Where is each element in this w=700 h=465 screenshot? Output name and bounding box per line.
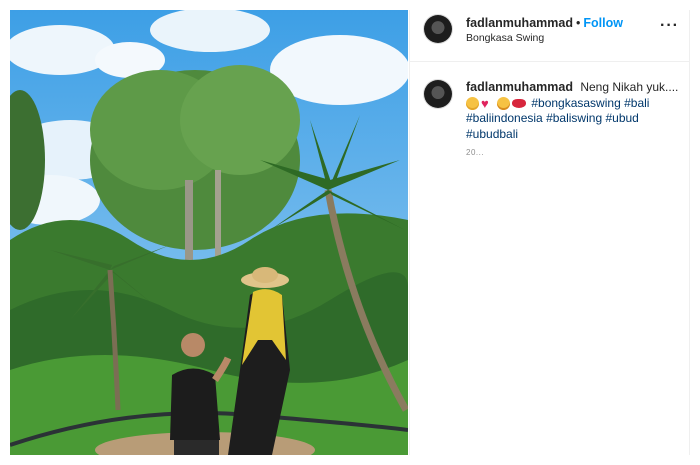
caption-block: fadlanmuhammad Neng Nikah yuk.... ♥ #bon… [410, 62, 689, 157]
hashtag-link[interactable]: #ubudbali [466, 127, 518, 141]
red-heart-icon: ♥ [481, 95, 489, 111]
more-options-icon[interactable]: ··· [660, 17, 679, 35]
location-link[interactable]: Bongkasa Swing [466, 32, 544, 44]
jungle-swing-photo [10, 10, 408, 455]
emoji-row: ♥ [466, 95, 526, 111]
caption-avatar[interactable] [424, 80, 452, 108]
caption-message: Neng Nikah yuk.... [580, 80, 679, 94]
post-header: fadlanmuhammad • Follow Bongkasa Swing ··· [410, 10, 689, 62]
lips-icon [512, 98, 526, 108]
hashtag-link[interactable]: #ubud [605, 111, 638, 125]
hashtag-link[interactable]: #bali [624, 96, 649, 110]
header-line: fadlanmuhammad • Follow [466, 16, 623, 30]
username-link[interactable]: fadlanmuhammad [466, 16, 573, 30]
grinning-face-icon [497, 96, 510, 110]
post-sidebar: fadlanmuhammad • Follow Bongkasa Swing ···… [409, 10, 690, 455]
separator-dot: • [575, 16, 581, 30]
caption-username-link[interactable]: fadlanmuhammad [466, 80, 573, 94]
hashtag-link[interactable]: #baliindonesia [466, 111, 543, 125]
smiling-face-icon [466, 96, 479, 110]
follow-button[interactable]: Follow [583, 16, 623, 30]
caption-text: fadlanmuhammad Neng Nikah yuk.... ♥ #bon… [466, 80, 679, 142]
post-photo[interactable] [10, 10, 408, 455]
hashtag-link[interactable]: #bongkasaswing [531, 96, 620, 110]
avatar[interactable] [424, 15, 452, 43]
instagram-post-embed: fadlanmuhammad • Follow Bongkasa Swing ···… [0, 0, 700, 465]
hashtag-link[interactable]: #baliswing [546, 111, 602, 125]
post-timestamp: 20... [466, 148, 485, 157]
